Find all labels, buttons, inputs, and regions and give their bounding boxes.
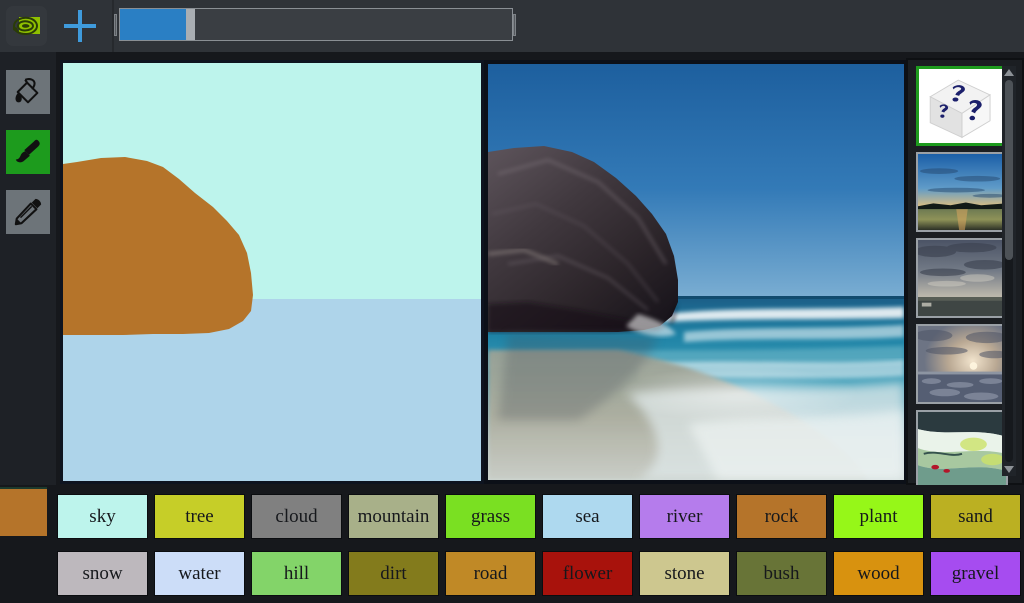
label-swatch-hill[interactable]: hill	[251, 551, 342, 596]
style-thumbnail-overcast-sea[interactable]	[916, 238, 1008, 318]
add-canvas-button[interactable]	[57, 4, 103, 48]
dice-icon	[919, 69, 1005, 143]
random-style-dice-thumbnail[interactable]	[916, 66, 1008, 146]
generated-image-canvas[interactable]	[488, 64, 904, 480]
label-swatch-text: rock	[764, 505, 799, 527]
label-swatch-text: snow	[82, 562, 123, 584]
brush-size-slider[interactable]	[119, 8, 513, 41]
style-preview-image	[918, 412, 1006, 488]
left-tool-sidebar	[0, 52, 56, 485]
style-thumbnail-sunburst-shore[interactable]	[916, 324, 1008, 404]
label-swatch-sea[interactable]: sea	[542, 494, 633, 539]
label-swatch-text: tree	[185, 505, 214, 527]
label-swatch-text: plant	[859, 505, 898, 527]
plus-icon	[64, 10, 96, 42]
label-swatch-dirt[interactable]: dirt	[348, 551, 439, 596]
label-swatch-snow[interactable]: snow	[57, 551, 148, 596]
label-swatch-sky[interactable]: sky	[57, 494, 148, 539]
current-color-swatch[interactable]	[0, 487, 47, 536]
paint-brush-tool[interactable]	[6, 130, 50, 174]
nvidia-logo-button[interactable]	[6, 6, 47, 46]
label-swatch-grass[interactable]: grass	[445, 494, 536, 539]
label-swatch-text: mountain	[357, 505, 430, 527]
label-swatch-text: sky	[89, 505, 116, 527]
label-swatch-bush[interactable]: bush	[736, 551, 827, 596]
segmentation-map-canvas[interactable]	[63, 63, 481, 481]
label-swatch-road[interactable]: road	[445, 551, 536, 596]
style-preview-image	[918, 326, 1006, 402]
paint-bucket-icon	[15, 78, 39, 104]
segmentation-canvas-frame	[60, 60, 545, 484]
label-swatch-sand[interactable]: sand	[930, 494, 1021, 539]
label-swatch-text: wood	[857, 562, 900, 584]
brush-slider-handle[interactable]	[185, 9, 195, 40]
label-swatch-water[interactable]: water	[154, 551, 245, 596]
slider-left-cap	[114, 14, 117, 36]
style-thumbnail-sunset-lake[interactable]	[916, 152, 1008, 232]
pencil-icon	[14, 198, 42, 226]
label-swatch-text: sand	[958, 505, 993, 527]
label-swatch-text: sea	[575, 505, 600, 527]
style-filter-panel	[906, 58, 1024, 490]
label-swatch-text: stone	[664, 562, 705, 584]
top-header-bar	[0, 0, 1024, 52]
label-swatch-text: flower	[562, 562, 613, 584]
nvidia-eye-logo	[12, 16, 40, 36]
label-swatch-stone[interactable]: stone	[639, 551, 730, 596]
scroll-up-arrow-icon[interactable]	[1004, 69, 1014, 76]
brush-slider-fill	[120, 9, 187, 40]
paint-brush-icon	[15, 139, 40, 163]
label-swatch-tree[interactable]: tree	[154, 494, 245, 539]
label-palette: sky tree cloud mountain grass sea river rock pla…	[0, 485, 1024, 603]
style-panel-scrollbar[interactable]	[1002, 66, 1016, 476]
fill-bucket-tool[interactable]	[6, 70, 50, 114]
style-preview-image	[918, 154, 1006, 230]
label-swatch-text: road	[473, 562, 508, 584]
label-swatch-text: gravel	[951, 562, 1000, 584]
label-swatch-cloud[interactable]: cloud	[251, 494, 342, 539]
slider-right-cap	[513, 14, 516, 36]
label-swatch-text: river	[666, 505, 703, 527]
scrollbar-thumb[interactable]	[1005, 80, 1013, 260]
label-swatch-text: bush	[763, 562, 800, 584]
label-swatch-text: hill	[283, 562, 310, 584]
label-swatch-gravel[interactable]: gravel	[930, 551, 1021, 596]
style-preview-image	[918, 240, 1006, 316]
label-swatch-text: cloud	[275, 505, 318, 527]
generated-image-frame	[484, 60, 908, 484]
scroll-down-arrow-icon[interactable]	[1004, 466, 1014, 473]
style-thumbnail-painterly-wave[interactable]	[916, 410, 1008, 490]
label-swatch-wood[interactable]: wood	[833, 551, 924, 596]
pencil-tool[interactable]	[6, 190, 50, 234]
label-swatch-mountain[interactable]: mountain	[348, 494, 439, 539]
label-swatch-river[interactable]: river	[639, 494, 730, 539]
label-swatch-flower[interactable]: flower	[542, 551, 633, 596]
gaugan-app-window: sky tree cloud mountain grass sea river rock pla…	[0, 0, 1024, 603]
label-swatch-text: water	[178, 562, 221, 584]
label-swatch-rock[interactable]: rock	[736, 494, 827, 539]
label-swatch-plant[interactable]: plant	[833, 494, 924, 539]
label-swatch-text: dirt	[380, 562, 407, 584]
label-swatch-text: grass	[470, 505, 511, 527]
